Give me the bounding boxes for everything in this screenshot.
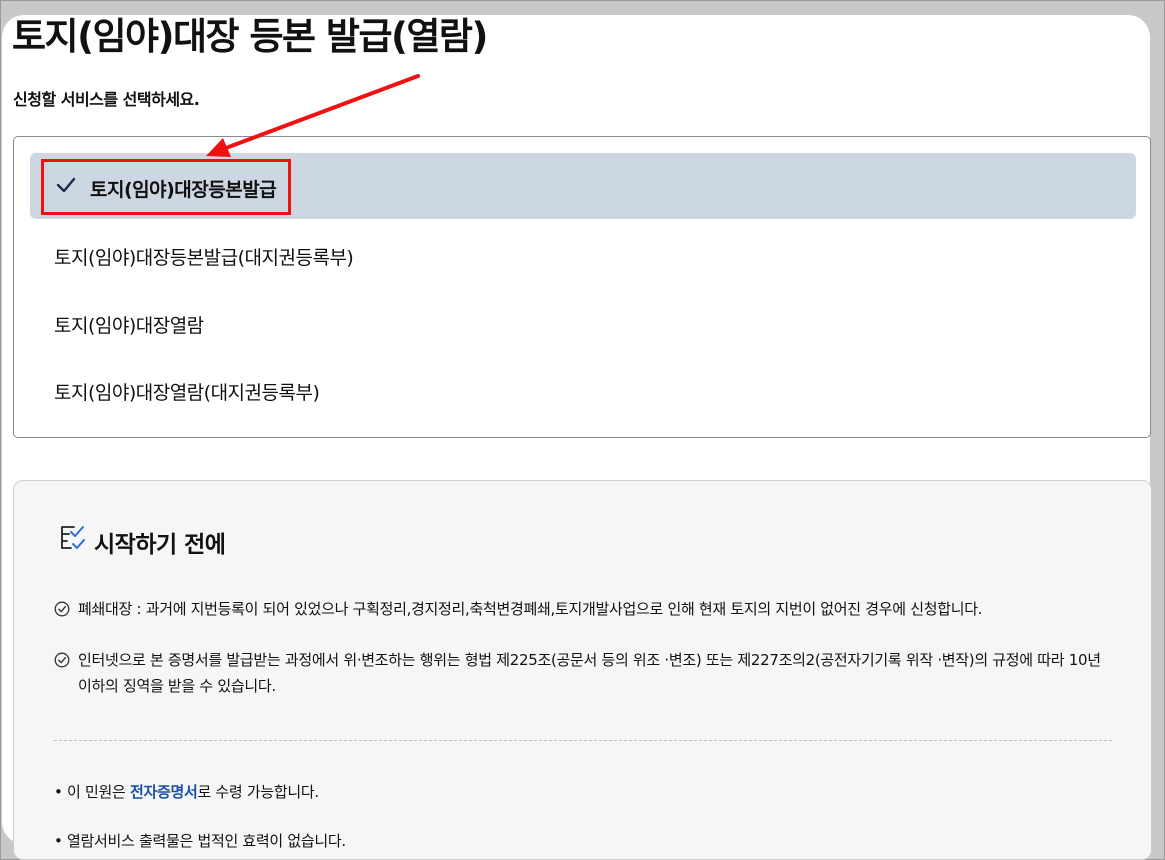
service-option-3[interactable]: 토지(임야)대장열람 bbox=[30, 289, 1136, 355]
bullet-item: • 열람서비스 출력물은 법적인 효력이 없습니다. bbox=[54, 830, 346, 851]
bullet-item: • 이 민원은 전자증명서로 수령 가능합니다. bbox=[54, 781, 319, 802]
divider bbox=[54, 740, 1112, 741]
notice-text: 폐쇄대장 : 과거에 지번등록이 되어 있었으나 구획정리,경지정리,축척변경폐… bbox=[78, 600, 983, 618]
annotation-highlight-box bbox=[41, 159, 291, 215]
page-subtitle: 신청할 서비스를 선택하세요. bbox=[13, 90, 200, 109]
page-title: 토지(임야)대장 등본 발급(열람) bbox=[12, 15, 488, 58]
check-circle-icon bbox=[54, 601, 70, 617]
electronic-certificate-label: 전자증명서 bbox=[129, 783, 198, 801]
service-option-4[interactable]: 토지(임야)대장열람(대지권등록부) bbox=[30, 356, 1136, 422]
bullet-text: 로 수령 가능합니다. bbox=[197, 783, 319, 801]
check-circle-icon bbox=[54, 652, 70, 668]
notice-item: 인터넷으로 본 증명서를 발급받는 과정에서 위·변조하는 행위는 형법 제22… bbox=[54, 647, 1114, 699]
notice-text: 인터넷으로 본 증명서를 발급받는 과정에서 위·변조하는 행위는 형법 제22… bbox=[78, 651, 1101, 695]
bullet-text: • 이 민원은 bbox=[54, 783, 130, 801]
service-option-label: 토지(임야)대장열람 bbox=[54, 315, 204, 337]
service-option-label: 토지(임야)대장등본발급(대지권등록부) bbox=[54, 247, 354, 269]
section-title: 시작하기 전에 bbox=[94, 532, 226, 558]
service-option-label: 토지(임야)대장열람(대지권등록부) bbox=[54, 382, 320, 404]
service-option-2[interactable]: 토지(임야)대장등본발급(대지권등록부) bbox=[30, 221, 1136, 287]
checklist-icon bbox=[61, 526, 85, 549]
notice-item: 폐쇄대장 : 과거에 지번등록이 되어 있었으나 구획정리,경지정리,축척변경폐… bbox=[54, 596, 1114, 622]
bullet-text: • 열람서비스 출력물은 법적인 효력이 없습니다. bbox=[54, 832, 346, 850]
before-start-section: 시작하기 전에 폐쇄대장 : 과거에 지번등록이 되어 있었으나 구획정리,경지… bbox=[13, 480, 1152, 860]
